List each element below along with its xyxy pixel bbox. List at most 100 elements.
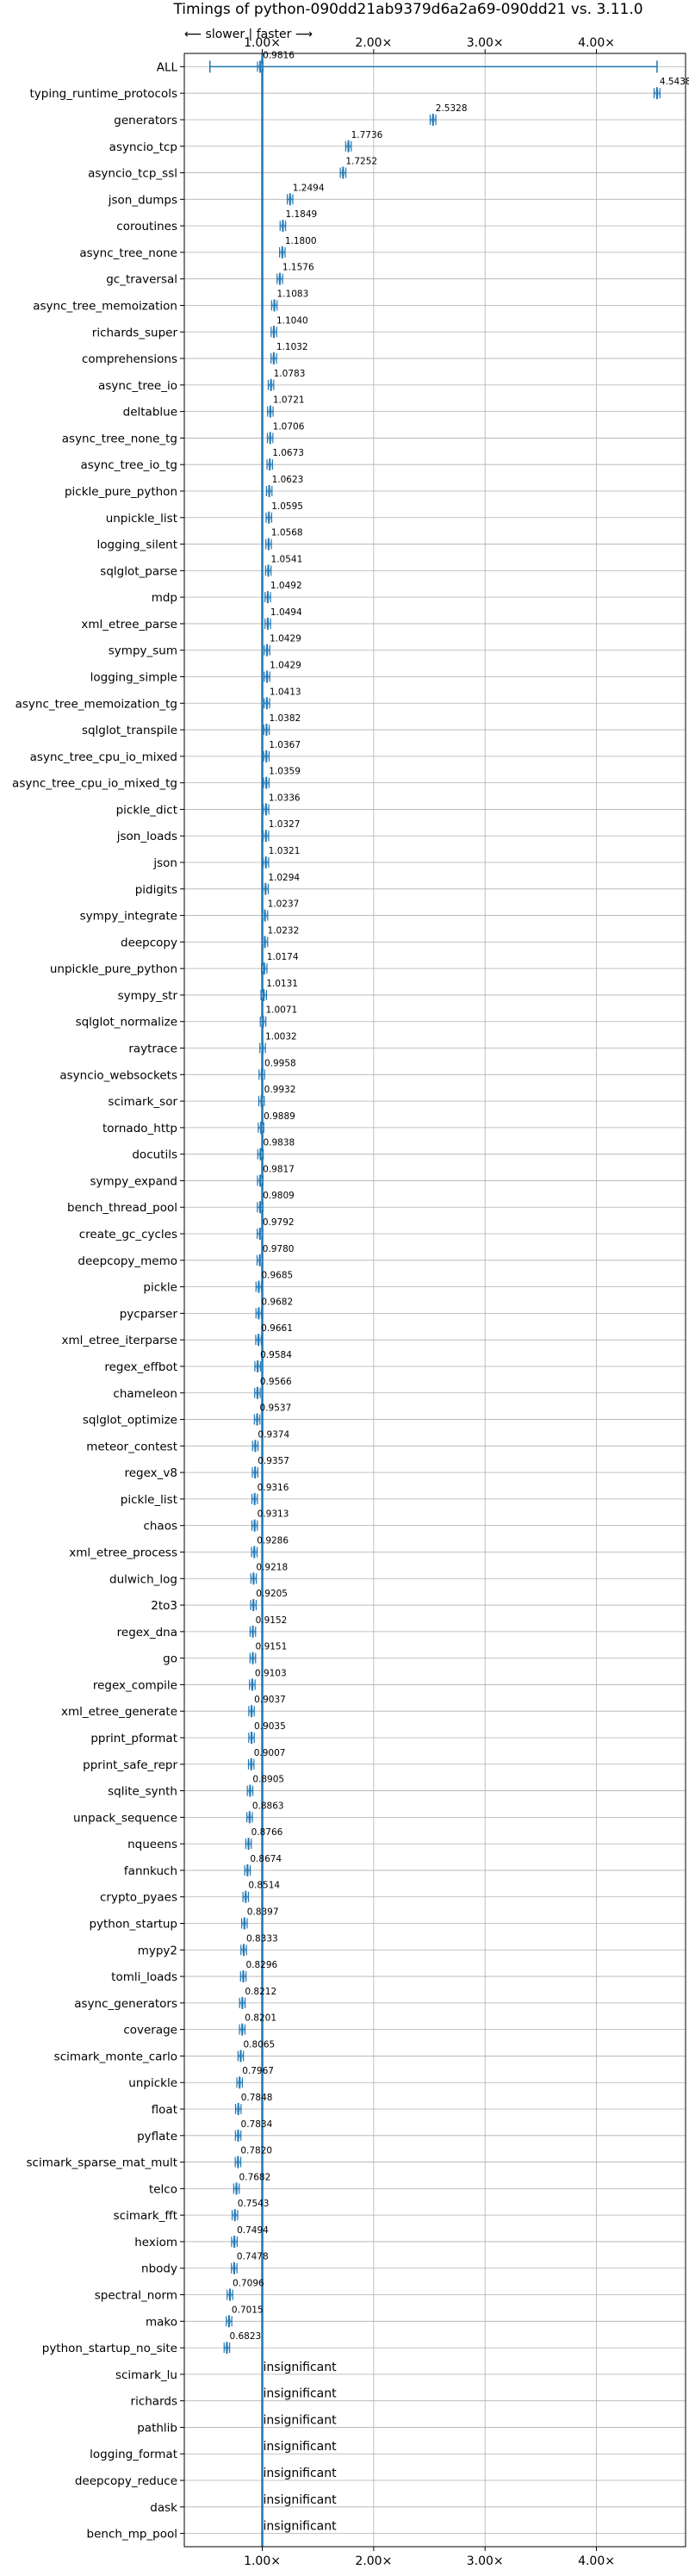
benchmark-label: hexiom [134, 2236, 177, 2249]
value-label: 0.7834 [241, 2119, 273, 2130]
benchmark-label: xml_etree_generate [61, 1705, 177, 1719]
benchmark-label: dulwich_log [109, 1572, 177, 1586]
benchmark-label: tornado_http [102, 1122, 177, 1136]
value-label: 0.9313 [258, 1509, 289, 1520]
value-label: 1.7736 [351, 130, 383, 140]
benchmark-label: gc_traversal [106, 273, 177, 287]
value-label: 0.7820 [240, 2146, 272, 2156]
benchmark-label: scimark_sor [108, 1095, 177, 1109]
value-label: 0.9584 [260, 1350, 292, 1360]
value-label: 0.9374 [258, 1429, 289, 1440]
value-label: 1.0429 [270, 661, 301, 671]
timings-violin-chart: Timings of python-090dd21ab9379d6a2a69-0… [12, 1, 689, 2568]
value-label: 0.8065 [244, 2039, 276, 2050]
value-label: 2.5328 [436, 103, 468, 114]
benchmark-label: generators [114, 114, 177, 128]
value-label: 0.7015 [232, 2305, 264, 2315]
value-label: 1.0336 [269, 793, 301, 803]
benchmark-label: nbody [141, 2262, 177, 2276]
insignificant-label: insignificant [264, 2493, 338, 2507]
value-label: 1.0232 [268, 925, 300, 936]
value-label: 1.0783 [274, 369, 306, 379]
chart-title: Timings of python-090dd21ab9379d6a2a69-0… [172, 1, 642, 18]
value-label: 1.0494 [270, 607, 302, 618]
value-label: 1.0541 [271, 554, 303, 564]
benchmark-label: logging_silent [97, 538, 177, 552]
value-label: 1.0413 [270, 687, 301, 697]
value-label: 1.0673 [272, 448, 304, 458]
value-label: 0.9151 [256, 1642, 288, 1652]
x-tick-label-bottom: 2.00× [355, 2554, 392, 2568]
benchmark-label: json [152, 856, 177, 870]
benchmark-label: bench_thread_pool [67, 1201, 177, 1215]
benchmark-label: deltablue [123, 406, 177, 420]
benchmark-label: unpickle_pure_python [50, 962, 177, 976]
value-label: 0.7478 [237, 2252, 269, 2262]
value-label: 0.9932 [264, 1085, 296, 1095]
benchmark-label: pyflate [137, 2130, 177, 2144]
value-label: 0.7096 [233, 2279, 264, 2289]
benchmark-label: ALL [157, 60, 178, 74]
benchmark-label: mako [146, 2315, 177, 2329]
insignificant-label: insignificant [264, 2361, 338, 2374]
benchmark-label: create_gc_cycles [79, 1228, 177, 1241]
benchmark-label: async_tree_none_tg [62, 432, 177, 445]
x-tick-label-bottom: 3.00× [467, 2554, 504, 2568]
value-label: 0.8212 [245, 1987, 276, 1997]
value-label: 1.0071 [265, 1005, 297, 1016]
benchmark-label: pickle [143, 1281, 177, 1295]
value-label: 0.9958 [264, 1058, 296, 1068]
value-label: 1.0321 [269, 846, 301, 856]
benchmark-label: spectral_norm [95, 2289, 177, 2303]
benchmark-label: scimark_sparse_mat_mult [27, 2156, 177, 2170]
x-tick-label-top: 2.00× [355, 36, 392, 50]
benchmark-label: unpickle [128, 2076, 177, 2090]
value-label: 1.0721 [273, 395, 305, 406]
value-label: 1.0174 [267, 952, 299, 962]
benchmark-label: scimark_monte_carlo [54, 2050, 177, 2063]
benchmark-label: sqlite_synth [108, 1785, 177, 1799]
benchmark-label: richards_super [92, 326, 178, 339]
value-label: 0.7494 [237, 2225, 269, 2236]
insignificant-label: insignificant [264, 2413, 338, 2427]
benchmark-label: pprint_safe_repr [83, 1758, 177, 1772]
benchmark-label: asyncio_tcp [109, 140, 177, 154]
benchmark-label: sqlglot_transpile [82, 724, 177, 737]
value-label: 0.9537 [260, 1403, 292, 1414]
x-tick-label-top: 3.00× [467, 36, 504, 50]
benchmark-label: chameleon [113, 1387, 177, 1401]
benchmark-label: 2to3 [151, 1599, 177, 1613]
value-label: 0.9682 [261, 1297, 293, 1307]
value-label: 1.1849 [285, 209, 317, 220]
benchmark-label: pickle_pure_python [65, 485, 177, 499]
value-label: 0.9566 [260, 1377, 292, 1387]
benchmark-label: bench_mp_pool [87, 2528, 177, 2542]
benchmark-label: tomli_loads [111, 1970, 177, 1984]
benchmark-label: pidigits [135, 883, 177, 897]
benchmark-label: async_tree_io [98, 379, 177, 393]
benchmark-label: async_tree_io_tg [80, 458, 177, 472]
benchmark-label: pickle_dict [116, 803, 177, 817]
value-label: 0.9792 [263, 1217, 295, 1228]
x-tick-label-bottom: 4.00× [578, 2554, 615, 2568]
benchmark-label: async_tree_memoization [33, 299, 177, 313]
value-label: 0.7967 [242, 2066, 274, 2076]
value-label: 0.8514 [248, 1881, 280, 1891]
benchmark-label: json_dumps [108, 193, 177, 207]
benchmark-label: asyncio_websockets [59, 1068, 177, 1082]
benchmark-label: async_tree_memoization_tg [16, 697, 177, 711]
benchmark-label: fannkuch [124, 1864, 177, 1878]
value-label: 0.8333 [246, 1933, 278, 1944]
value-label: 0.9037 [254, 1695, 286, 1705]
benchmark-label: sympy_sum [109, 644, 177, 658]
value-label: 1.0327 [269, 819, 301, 830]
benchmark-label: unpack_sequence [73, 1811, 177, 1825]
value-label: 1.1040 [276, 315, 308, 326]
benchmark-label: deepcopy_memo [78, 1254, 177, 1268]
value-label: 1.0429 [270, 634, 301, 644]
value-label: 1.0359 [269, 767, 301, 777]
benchmark-label: logging_format [90, 2448, 177, 2461]
benchmark-label: dask [150, 2501, 177, 2515]
benchmark-label: deepcopy [121, 936, 177, 949]
benchmark-label: chaos [143, 1520, 177, 1534]
